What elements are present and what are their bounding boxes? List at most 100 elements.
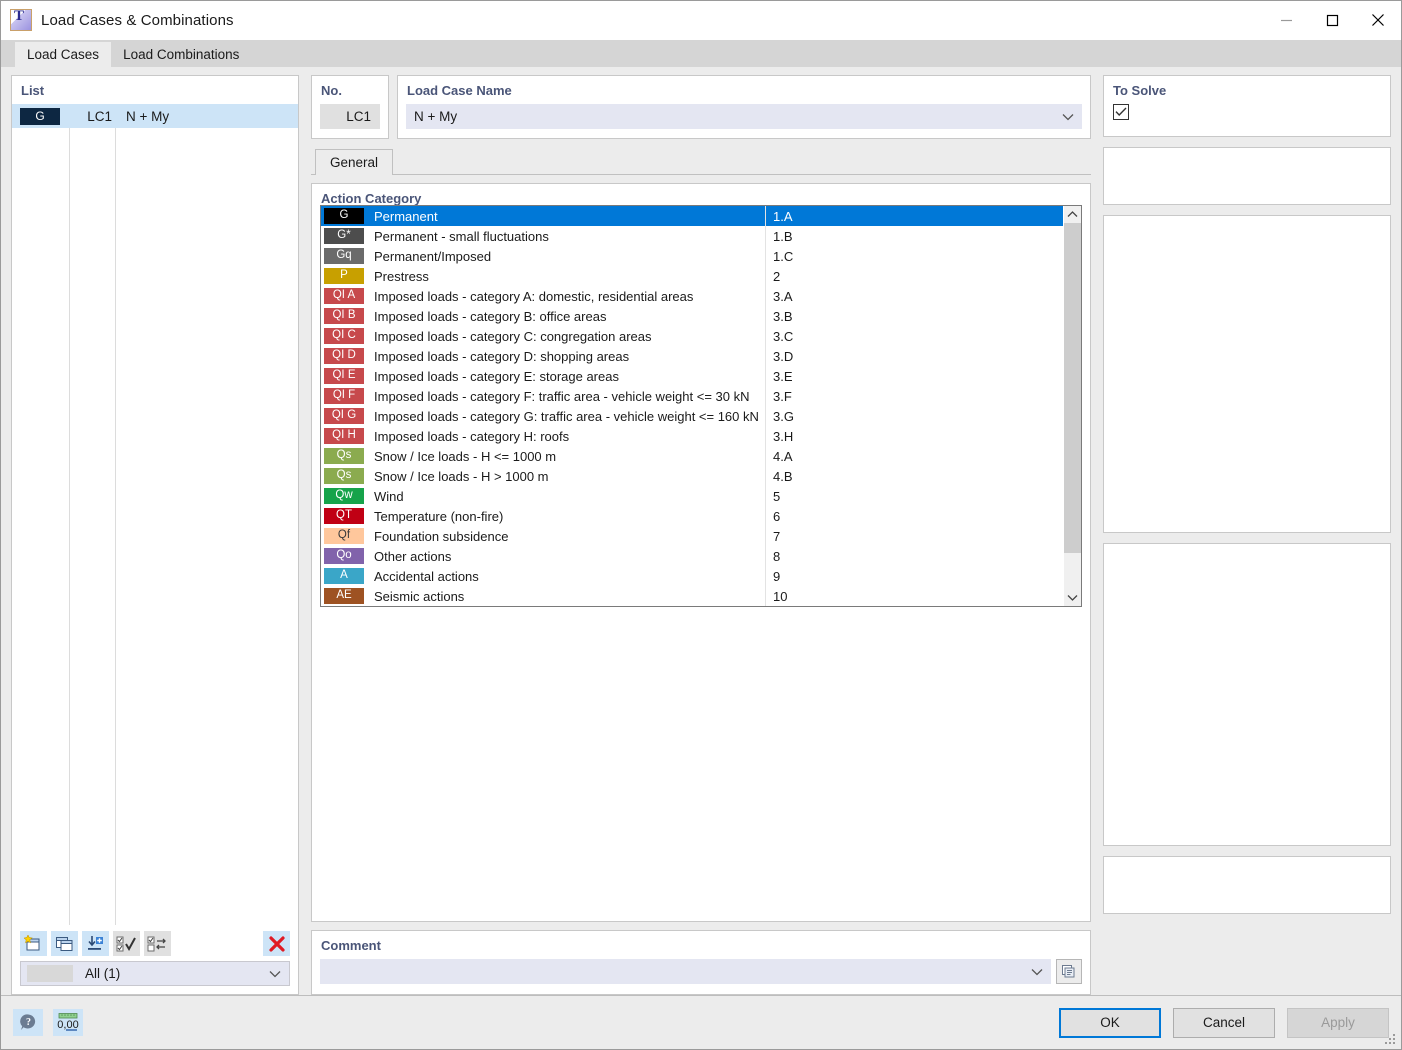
- list-toolbar: [12, 925, 298, 961]
- tab-load-cases[interactable]: Load Cases: [15, 42, 112, 67]
- to-solve-checkbox[interactable]: [1113, 104, 1129, 120]
- action-category-option[interactable]: Gq Permanent/Imposed 1.C: [321, 246, 1063, 266]
- new-load-case-button[interactable]: [20, 931, 47, 956]
- action-category-option-badge: QI C: [324, 328, 364, 344]
- action-category-option-badge: P: [324, 268, 364, 284]
- action-category-option[interactable]: QI F Imposed loads - category F: traffic …: [321, 386, 1063, 406]
- action-category-option-label: Seismic actions: [374, 588, 465, 604]
- dropdown-scrollbar[interactable]: [1063, 206, 1081, 606]
- action-category-option-code: 4.A: [773, 448, 793, 464]
- action-category-option[interactable]: P Prestress 2: [321, 266, 1063, 286]
- action-category-option-badge: Qs: [324, 468, 364, 484]
- action-category-option[interactable]: QI E Imposed loads - category E: storage …: [321, 366, 1063, 386]
- action-category-option-label: Imposed loads - category A: domestic, re…: [374, 288, 694, 304]
- action-category-option-label: Permanent - small fluctuations: [374, 228, 549, 244]
- apply-button[interactable]: Apply: [1287, 1007, 1389, 1038]
- svg-text:?: ?: [26, 1017, 31, 1028]
- close-button[interactable]: [1355, 1, 1401, 39]
- delete-load-case-button[interactable]: [263, 931, 290, 956]
- action-category-option-label: Permanent: [374, 208, 438, 224]
- action-category-option-label: Imposed loads - category F: traffic area…: [374, 388, 750, 404]
- action-category-option[interactable]: QI H Imposed loads - category H: roofs 3.H: [321, 426, 1063, 446]
- copy-load-case-button[interactable]: [51, 931, 78, 956]
- tab-general[interactable]: General: [315, 149, 394, 175]
- action-category-option-label: Imposed loads - category D: shopping are…: [374, 348, 630, 364]
- action-category-option[interactable]: G* Permanent - small fluctuations 1.B: [321, 226, 1063, 246]
- dropdown-column-separator: [765, 586, 766, 606]
- list-filter-row: All (1): [12, 961, 298, 994]
- cancel-button[interactable]: Cancel: [1173, 1007, 1275, 1038]
- comment-copy-button[interactable]: [1056, 959, 1082, 984]
- action-category-option-badge: Gq: [324, 248, 364, 264]
- action-category-option-code: 6: [773, 508, 781, 524]
- scrollbar-track[interactable]: [1064, 223, 1081, 589]
- action-category-option-code: 3.C: [773, 328, 794, 344]
- action-category-option[interactable]: AE Seismic actions 10: [321, 586, 1063, 606]
- list-body[interactable]: G LC1 N + My: [12, 104, 298, 925]
- resize-grip[interactable]: [1385, 1034, 1397, 1046]
- action-category-option[interactable]: A Accidental actions 9: [321, 566, 1063, 586]
- scroll-up-button[interactable]: [1064, 206, 1081, 223]
- action-category-option-label: Accidental actions: [374, 568, 479, 584]
- minimize-button[interactable]: [1263, 1, 1309, 39]
- left-column: List G LC1 N + My All (1): [11, 75, 299, 995]
- dropdown-column-separator: [765, 246, 766, 266]
- action-category-option-code: 9: [773, 568, 781, 584]
- action-category-option[interactable]: Qs Snow / Ice loads - H > 1000 m 4.B: [321, 466, 1063, 486]
- action-category-option-label: Snow / Ice loads - H > 1000 m: [374, 468, 549, 484]
- dropdown-column-separator: [765, 286, 766, 306]
- action-category-option-badge: QI A: [324, 288, 364, 304]
- invert-selection-button[interactable]: [144, 931, 171, 956]
- action-category-option-label: Imposed loads - category H: roofs: [374, 428, 570, 444]
- list-filter-combo[interactable]: All (1): [20, 961, 290, 986]
- ok-button[interactable]: OK: [1059, 1007, 1161, 1038]
- action-category-option[interactable]: Qf Foundation subsidence 7: [321, 526, 1063, 546]
- action-category-dropdown[interactable]: G Permanent 1.A G* Permanent - small fluctua…: [320, 205, 1082, 607]
- import-load-case-button[interactable]: [82, 931, 109, 956]
- select-all-button[interactable]: [113, 931, 140, 956]
- action-category-option-label: Other actions: [374, 548, 452, 564]
- action-category-option[interactable]: Qo Other actions 8: [321, 546, 1063, 566]
- comment-input[interactable]: [320, 959, 1051, 984]
- scrollbar-thumb[interactable]: [1064, 223, 1081, 553]
- action-category-option-badge: QT: [324, 508, 364, 524]
- action-category-option-badge: QI F: [324, 388, 364, 404]
- action-category-option[interactable]: QI A Imposed loads - category A: domestic…: [321, 286, 1063, 306]
- action-category-option-code: 1.A: [773, 208, 793, 224]
- list-item[interactable]: G LC1 N + My: [12, 104, 298, 128]
- action-category-option-badge: QI E: [324, 368, 364, 384]
- action-category-option-badge: G*: [324, 228, 364, 244]
- general-pane: Action Category G Permanent 1.A GPermane…: [311, 175, 1091, 995]
- load-case-name-combo[interactable]: N + My: [406, 104, 1082, 129]
- action-category-option[interactable]: Qs Snow / Ice loads - H <= 1000 m 4.A: [321, 446, 1063, 466]
- action-category-option[interactable]: QI G Imposed loads - category G: traffic …: [321, 406, 1063, 426]
- dropdown-column-separator: [765, 306, 766, 326]
- action-category-option-code: 3.A: [773, 288, 793, 304]
- tab-load-combinations-label: Load Combinations: [123, 47, 240, 62]
- chevron-down-icon[interactable]: [1031, 964, 1043, 979]
- tab-load-combinations[interactable]: Load Combinations: [111, 42, 252, 67]
- list-panel-title: List: [21, 83, 45, 98]
- action-category-option[interactable]: Qw Wind 5: [321, 486, 1063, 506]
- list-filter-value: All (1): [85, 966, 121, 981]
- action-category-option-badge: QI H: [324, 428, 364, 444]
- dropdown-column-separator: [765, 566, 766, 586]
- action-category-option[interactable]: QI C Imposed loads - category C: congrega…: [321, 326, 1063, 346]
- maximize-button[interactable]: [1309, 1, 1355, 39]
- action-category-option-code: 2: [773, 268, 781, 284]
- action-category-option[interactable]: QI B Imposed loads - category B: office a…: [321, 306, 1063, 326]
- dialog-window: Load Cases & Combinations Load Cases Loa…: [0, 0, 1402, 1050]
- action-category-option[interactable]: QT Temperature (non-fire) 6: [321, 506, 1063, 526]
- action-category-option[interactable]: G Permanent 1.A: [321, 206, 1063, 226]
- scroll-down-button[interactable]: [1064, 589, 1081, 606]
- action-category-option-label: Permanent/Imposed: [374, 248, 492, 264]
- right-panel-1: [1103, 147, 1391, 205]
- app-icon: [10, 8, 32, 31]
- units-button[interactable]: 0,00: [53, 1009, 83, 1036]
- action-category-option[interactable]: QI D Imposed loads - category D: shopping…: [321, 346, 1063, 366]
- tab-load-cases-label: Load Cases: [27, 47, 100, 62]
- help-button[interactable]: ?: [13, 1009, 43, 1036]
- action-category-option-list[interactable]: G Permanent 1.A G* Permanent - small fluctua…: [321, 206, 1063, 606]
- action-category-panel: Action Category G Permanent 1.A GPermane…: [311, 183, 1091, 922]
- main-tab-strip: Load Cases Load Combinations: [1, 40, 1401, 67]
